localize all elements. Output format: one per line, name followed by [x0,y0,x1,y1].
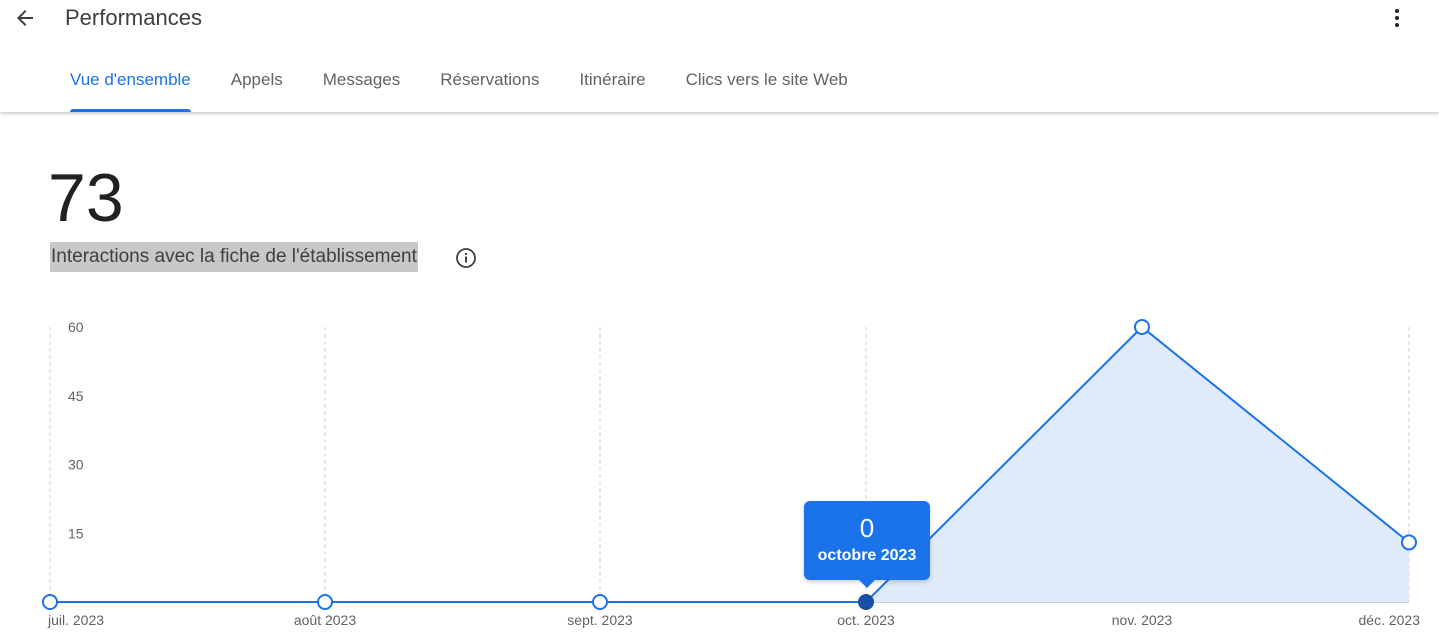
tab-calls[interactable]: Appels [211,58,303,112]
data-point-0[interactable] [42,594,58,610]
info-button[interactable] [454,246,478,270]
interactions-chart: 15 30 45 60 juil. 2023 août 2023 sept. 2023 oct… [42,319,1421,628]
tab-overview[interactable]: Vue d'ensemble [50,58,211,112]
metric-label: Interactions avec la fiche de l'établiss… [50,242,418,272]
page-title: Performances [65,5,202,30]
chart-tooltip: 0 octobre 2023 [804,501,930,588]
x-tick-label-0: juil. 2023 [47,612,104,628]
y-tick-label-15: 15 [68,525,84,541]
x-tick-label-5: déc. 2023 [1359,612,1421,628]
back-button[interactable] [10,4,40,32]
series-area [50,327,1409,602]
tab-directions[interactable]: Itinéraire [559,58,665,112]
y-tick-label-30: 30 [68,457,84,473]
metric-total-value: 73 [48,160,124,236]
arrow-back-icon [17,10,33,26]
tab-bar: Vue d'ensemble Appels Messages Réservati… [50,58,868,112]
tab-website-clicks[interactable]: Clics vers le site Web [666,58,868,112]
info-icon [456,248,476,268]
y-tick-label-60: 60 [68,319,84,335]
tooltip-label: octobre 2023 [817,547,917,564]
data-point-3[interactable] [858,594,874,610]
x-tick-label-2: sept. 2023 [567,612,633,628]
y-tick-label-45: 45 [68,388,84,404]
more-vert-icon [1395,9,1399,27]
x-tick-label-4: nov. 2023 [1112,612,1173,628]
x-tick-label-3: oct. 2023 [837,612,895,628]
tab-messages[interactable]: Messages [303,58,420,112]
data-point-4[interactable] [1134,319,1150,335]
data-point-1[interactable] [317,594,333,610]
data-point-5[interactable] [1401,534,1417,551]
x-tick-label-1: août 2023 [294,612,356,628]
more-options-button[interactable] [1385,4,1409,32]
tab-bookings[interactable]: Réservations [420,58,559,112]
data-point-2[interactable] [592,594,608,610]
app-header: Performances Vue d'ensemble Appels Messa… [0,0,1439,112]
tooltip-value: 0 [859,513,875,543]
